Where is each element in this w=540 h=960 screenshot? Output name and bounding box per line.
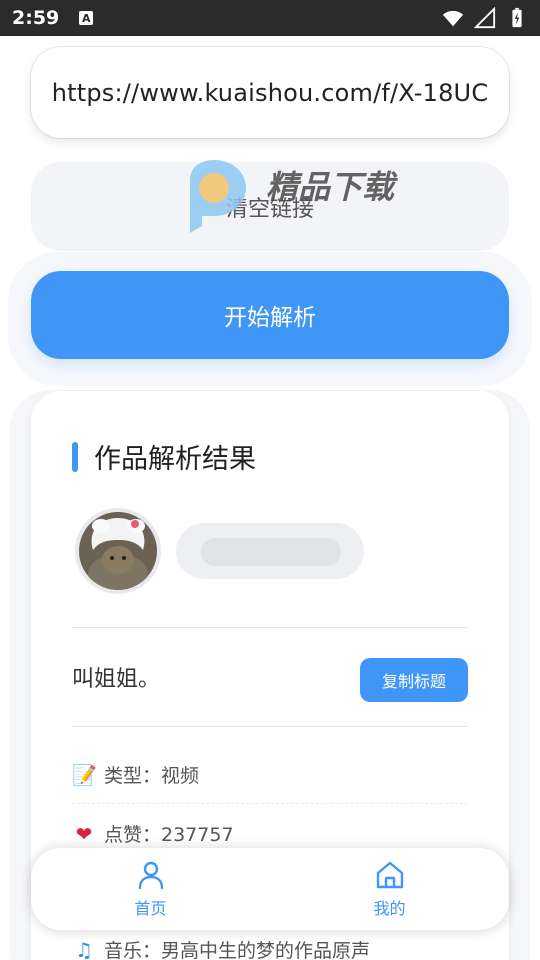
clear-link-label: 清空链接: [225, 196, 314, 222]
cat-avatar-image: [79, 512, 157, 590]
user-icon: [138, 861, 163, 890]
copy-title-label: 复制标题: [381, 672, 446, 691]
card-title: 作品解析结果: [94, 444, 256, 475]
music-text: 音乐：男高中生的梦的作品原声: [104, 940, 371, 960]
url-input-value: https://www.kuaishou.com/f/X-18UC: [51, 78, 489, 107]
notification-a-icon: A: [79, 11, 94, 25]
start-parse-button[interactable]: 开始解析: [31, 271, 509, 359]
start-parse-label: 开始解析: [224, 305, 316, 331]
copy-title-button[interactable]: 复制标题: [360, 658, 468, 702]
nav-item-mine[interactable]: 我的: [270, 848, 509, 930]
likes-text: 点赞：237757: [104, 824, 234, 846]
row-divider: [72, 803, 468, 804]
author-avatar: [75, 508, 161, 594]
divider: [72, 627, 468, 628]
divider: [72, 726, 468, 727]
nav-item-home[interactable]: 首页: [31, 848, 270, 930]
nav-mine-label: 我的: [373, 899, 406, 918]
nav-home-label: 首页: [134, 899, 167, 918]
home-icon: [376, 861, 403, 889]
url-input[interactable]: https://www.kuaishou.com/f/X-18UC: [31, 47, 509, 138]
memo-icon: 📝: [72, 762, 97, 787]
author-name-blurred: [176, 523, 364, 579]
bottom-nav: 首页 我的: [31, 848, 509, 930]
card-header: 作品解析结果: [72, 437, 256, 476]
status-icons: [442, 7, 528, 29]
work-title: 叫姐姐。: [72, 667, 161, 692]
status-time: 2:59: [12, 7, 60, 29]
likes-row: ❤ 点赞：237757: [72, 820, 234, 847]
type-row: 📝 类型：视频: [72, 761, 199, 788]
title-accent-bar: [72, 441, 78, 472]
wifi-icon: [442, 10, 464, 27]
battery-icon: [512, 7, 522, 28]
heart-icon: ❤: [75, 821, 93, 846]
type-text: 类型：视频: [104, 765, 200, 787]
clear-link-button[interactable]: 清空链接: [31, 162, 509, 251]
signal-icon: [474, 7, 496, 29]
music-row: ♫ 音乐：男高中生的梦的作品原声: [72, 936, 370, 960]
status-bar: 2:59 A: [0, 0, 540, 36]
music-icon: ♫: [75, 937, 93, 960]
